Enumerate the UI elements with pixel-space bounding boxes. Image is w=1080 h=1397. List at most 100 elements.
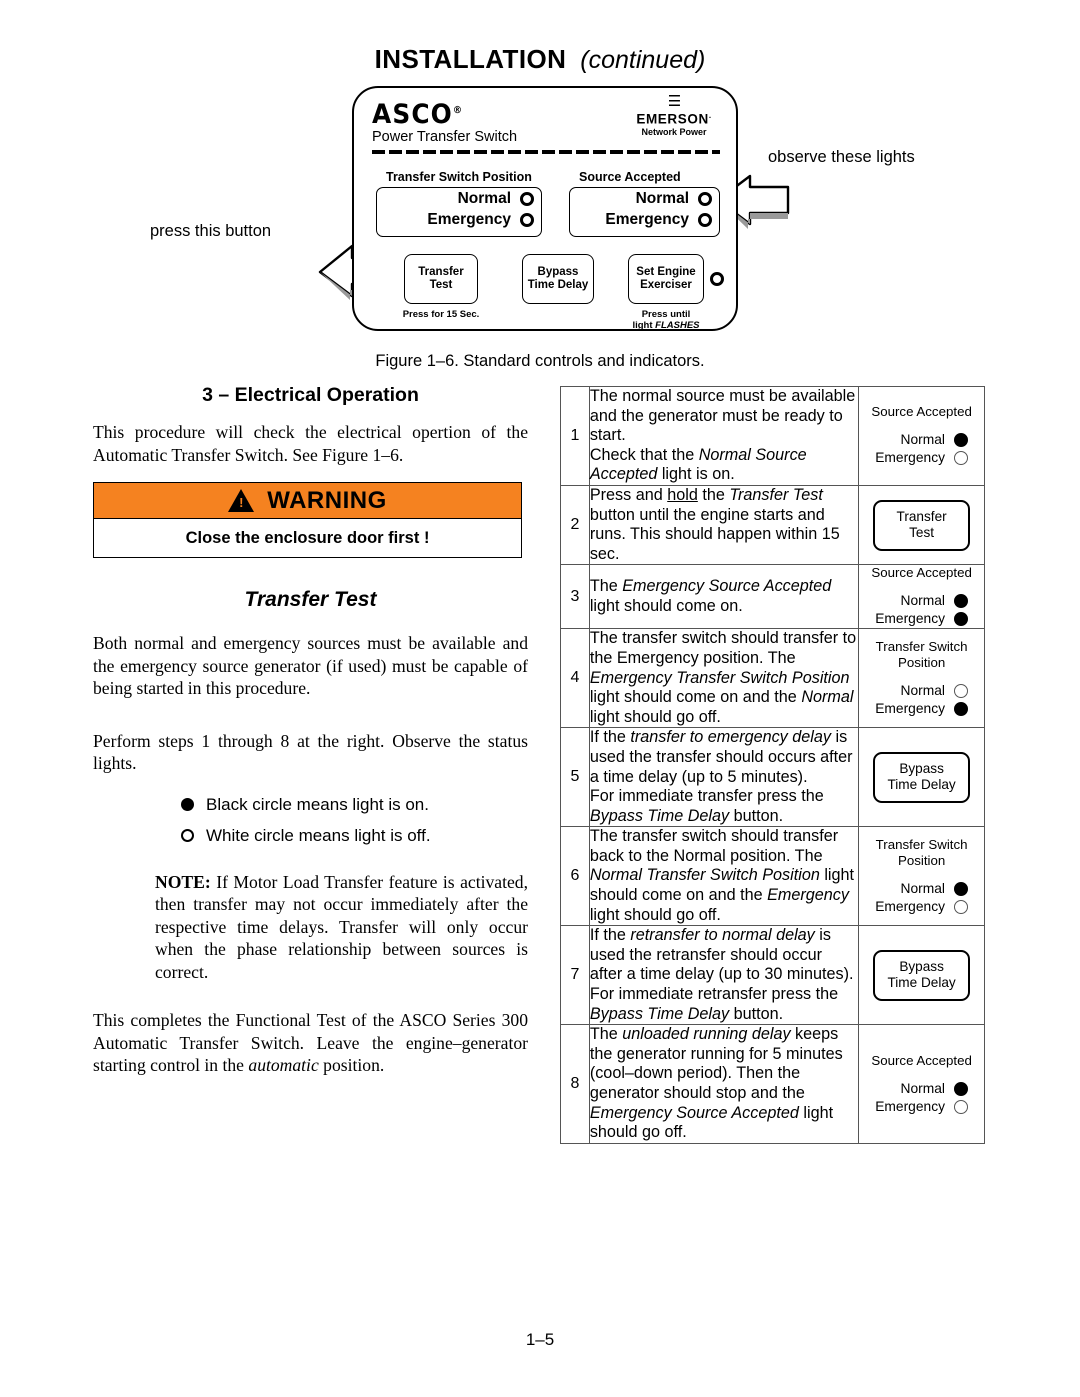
paragraph-sources: Both normal and emergency sources must b… — [93, 633, 528, 698]
indicator-light-list: Normal Emergency — [875, 431, 968, 467]
legend-label: White circle means light is off. — [206, 825, 431, 845]
step-number: 6 — [560, 826, 590, 927]
indicator-button-bypass[interactable]: Bypass Time Delay — [873, 751, 971, 803]
table-row: 7 If the retransfer to normal delay is us… — [560, 925, 985, 1026]
figure-caption: Figure 1–6. Standard controls and indica… — [375, 352, 705, 370]
indicator-light-label: Emergency — [875, 1098, 945, 1114]
indicator-group-title: Source Accepted — [871, 404, 972, 420]
black-circle-icon-emergency — [954, 612, 968, 627]
table-row: 2 Press and hold the Transfer Test button… — [560, 484, 985, 566]
step-number: 3 — [560, 564, 590, 630]
black-circle-icon — [181, 797, 194, 811]
indicator-light-row: Normal — [875, 592, 968, 610]
step-instruction: Press and hold the Transfer Test button … — [588, 484, 860, 566]
procedure-steps-table: 1 The normal source must be available and… — [560, 386, 985, 1144]
black-circle-icon-normal — [954, 594, 968, 609]
indicator-label: Emergency — [427, 210, 511, 228]
emerson-wordmark: EMERSON. — [636, 111, 712, 127]
emerson-subbrand: Network Power — [641, 126, 707, 137]
step-indicator: Bypass Time Delay — [858, 727, 985, 828]
warning-triangle-icon — [228, 489, 255, 512]
flashes-emphasis: FLASHES — [655, 320, 700, 331]
step-indicator: Source Accepted Normal Emergency — [858, 386, 985, 486]
page-title-continued: (continued) — [580, 46, 706, 74]
faceplate-indicator-row: Normal — [377, 188, 541, 209]
note-label: NOTE: — [155, 871, 211, 892]
note-text: If Motor Load Transfer feature is activa… — [155, 871, 528, 982]
step-number: 7 — [560, 925, 590, 1026]
registered-trademark-icon: ® — [452, 105, 463, 116]
button-label: Bypass Time Delay — [527, 266, 589, 291]
page-title-main: INSTALLATION — [374, 44, 567, 74]
indicator-light-list: Normal Emergency — [875, 592, 968, 628]
warning-message: Close the enclosure door first ! — [185, 528, 430, 547]
status-light-legend: Black circle means light is on. White ci… — [93, 791, 528, 849]
step-number: 4 — [560, 628, 590, 729]
indicator-light-label: Normal — [900, 682, 945, 698]
step-number: 2 — [560, 484, 590, 566]
controller-faceplate: ASCO® Power Transfer Switch ☰ EMERSON. N… — [352, 86, 738, 331]
faceplate-divider-rule — [372, 150, 720, 154]
warning-box: WARNING Close the enclosure door first ! — [93, 482, 522, 558]
indicator-light-row: Emergency — [875, 898, 968, 916]
paragraph-perform-steps: Perform steps 1 through 8 at the right. … — [93, 730, 528, 774]
led-normal-accepted — [698, 191, 712, 206]
indicator-button-transfer[interactable]: Transfer Test — [873, 499, 971, 551]
page-number: 1–5 — [525, 1330, 555, 1349]
indicator-group-title: Transfer Switch Position — [875, 638, 968, 670]
black-circle-icon-normal — [954, 1081, 968, 1096]
indicator-label: Normal — [457, 189, 511, 207]
white-circle-icon-emergency — [954, 451, 968, 466]
section-heading-electrical-operation: 3 – Electrical Operation — [202, 384, 419, 406]
white-circle-icon-emergency — [954, 899, 968, 914]
document-page: INSTALLATION (continued) press this butto… — [0, 0, 1080, 1397]
led-normal-position — [520, 191, 534, 206]
indicator-light-label: Normal — [900, 432, 945, 448]
table-row: 8 The unloaded running delay keeps the ge… — [560, 1024, 985, 1144]
led-engine-exerciser — [710, 272, 724, 286]
step-indicator: Transfer Switch Position Normal Emergency — [858, 628, 985, 729]
indicator-group-title: Transfer Switch Position — [875, 836, 968, 868]
indicator-light-list: Normal Emergency — [875, 1080, 968, 1116]
step-instruction: The Emergency Source Accepted light shou… — [588, 564, 860, 630]
emerson-mark-icon: ☰ — [667, 93, 681, 110]
black-circle-icon-normal — [954, 433, 968, 448]
faceplate-indicator-row: Emergency — [377, 209, 541, 230]
step-number: 5 — [560, 727, 590, 828]
step-instruction: If the retransfer to normal delay is use… — [588, 925, 860, 1026]
white-circle-icon-emergency — [954, 1099, 968, 1114]
indicator-light-row: Normal — [875, 880, 968, 898]
faceplate-button-set-engine-exerciser[interactable]: Set Engine Exerciser — [628, 254, 704, 304]
step-instruction: If the transfer to emergency delay is us… — [588, 727, 860, 828]
indicator-light-label: Emergency — [875, 898, 945, 914]
indicator-group-title: Source Accepted — [871, 1052, 972, 1068]
faceplate-button-transfer-test[interactable]: Transfer Test — [404, 254, 478, 304]
led-emergency-accepted — [698, 212, 712, 227]
step-indicator: Source Accepted Normal Emergency — [858, 564, 985, 630]
note-block: NOTE: If Motor Load Transfer feature is … — [93, 871, 528, 984]
white-circle-icon-normal — [954, 683, 968, 698]
step-number: 1 — [560, 386, 590, 486]
emerson-logo: ☰ EMERSON. Network Power — [626, 93, 722, 138]
indicator-light-label: Emergency — [875, 700, 945, 716]
faceplate-indicator-group-source-accepted: Normal Emergency — [569, 187, 720, 237]
group-label-source-accepted: Source Accepted — [579, 170, 681, 184]
page-title: INSTALLATION (continued) — [0, 44, 1080, 75]
step-instruction: The transfer switch should transfer to t… — [588, 628, 860, 729]
faceplate-indicator-group-transfer-switch-position: Normal Emergency — [376, 187, 542, 237]
indicator-light-label: Normal — [900, 1080, 945, 1096]
indicator-button-bypass[interactable]: Bypass Time Delay — [873, 949, 971, 1001]
indicator-light-row: Normal — [875, 431, 968, 449]
indicator-light-row: Normal — [875, 682, 968, 700]
step-number: 8 — [560, 1024, 590, 1144]
black-circle-icon-normal — [954, 881, 968, 896]
indicator-light-row: Normal — [875, 1080, 968, 1098]
indicator-label: Normal — [635, 189, 689, 207]
step-indicator: Source Accepted Normal Emergency — [858, 1024, 985, 1144]
indicator-light-row: Emergency — [875, 449, 968, 467]
subsection-heading-transfer-test: Transfer Test — [244, 588, 377, 611]
table-row: 1 The normal source must be available and… — [560, 386, 985, 486]
faceplate-button-bypass-time-delay[interactable]: Bypass Time Delay — [522, 254, 594, 304]
step-instruction: The transfer switch should transfer back… — [588, 826, 860, 927]
indicator-light-label: Emergency — [875, 450, 945, 466]
